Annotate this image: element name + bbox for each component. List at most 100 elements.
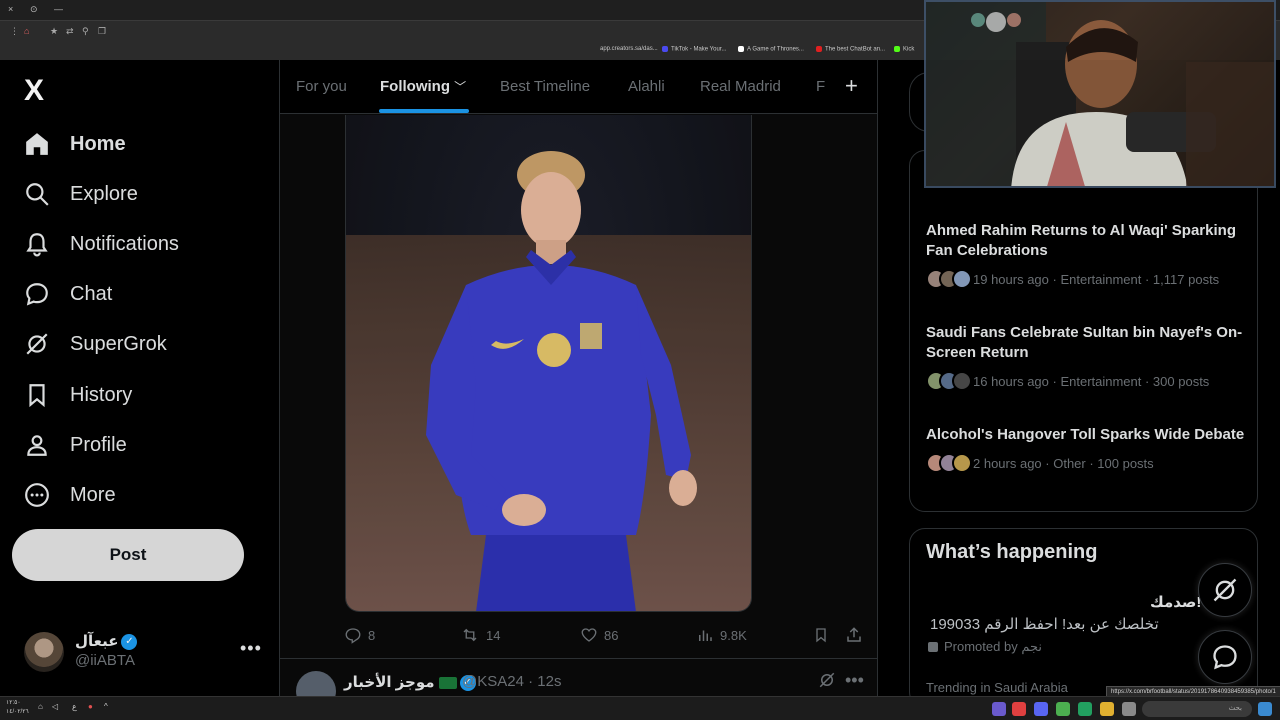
search-icon xyxy=(26,183,49,206)
language-indicator[interactable]: ع xyxy=(72,702,77,711)
chrome-icon[interactable] xyxy=(1056,702,1070,716)
more-dots-icon[interactable]: ••• xyxy=(240,638,262,659)
sidebar-item-chat[interactable]: Chat xyxy=(24,276,112,312)
bookmark-item[interactable]: A Game of Thrones... xyxy=(738,46,804,53)
promo-headline[interactable]: صدمك! xyxy=(1150,593,1201,611)
sidebar-item-label: Chat xyxy=(70,282,113,305)
view-count: 9.8K xyxy=(720,627,747,643)
sidebar-item-label: More xyxy=(70,483,116,506)
key-icon[interactable]: ⚲ xyxy=(82,26,89,37)
trend-meta: 16 hours ago · Entertainment · 300 posts xyxy=(973,373,1210,389)
share-icon[interactable]: ⇄ xyxy=(66,26,74,37)
clock-time: ١٢:٥٠ xyxy=(6,700,21,706)
views-button[interactable]: 9.8K xyxy=(696,626,747,644)
trend-meta-row: 16 hours ago · Entertainment · 300 posts xyxy=(926,371,1246,391)
tab-truncated[interactable]: F xyxy=(816,78,825,95)
app-icon[interactable] xyxy=(1122,702,1136,716)
sidebar-item-supergrok[interactable]: SuperGrok xyxy=(24,326,167,362)
saudi-flag-icon xyxy=(438,677,457,690)
bookmark-item[interactable]: The best ChatBot an... xyxy=(816,46,885,53)
taskbar-search-input[interactable]: بحث xyxy=(1142,701,1252,717)
tweet-actions: 8 14 86 9.8K xyxy=(280,620,877,650)
chevron-up-icon[interactable]: ^ xyxy=(104,702,108,711)
bookmark-icon xyxy=(29,384,45,408)
tweet-photo[interactable] xyxy=(345,115,752,612)
sidebar-item-label: Profile xyxy=(70,433,127,456)
volume-icon[interactable]: ◁ xyxy=(52,702,58,711)
menu-dots-icon[interactable]: ⋮ xyxy=(10,26,19,37)
trend-item[interactable]: Alcohol's Hangover Toll Sparks Wide Deba… xyxy=(926,425,1246,473)
start-icon[interactable] xyxy=(1258,702,1272,716)
app-icon[interactable] xyxy=(1078,702,1092,716)
discord-icon[interactable] xyxy=(1034,702,1048,716)
repost-icon xyxy=(463,628,477,642)
chat-bubble-icon xyxy=(1213,645,1237,670)
timeline: For you Following ﹀ Best Timeline Alahli… xyxy=(279,60,878,696)
trend-item[interactable]: Ahmed Rahim Returns to Al Waqi' Sparking… xyxy=(926,221,1246,289)
tab-for-you[interactable]: For you xyxy=(296,78,347,95)
app-icon[interactable] xyxy=(992,702,1006,716)
bookmark-icon xyxy=(816,628,826,643)
sidebar-item-notifications[interactable]: Notifications xyxy=(24,226,179,262)
bookmark-item[interactable]: Kick xyxy=(894,46,914,53)
add-tab-button[interactable]: + xyxy=(845,73,858,99)
heart-icon xyxy=(581,628,597,642)
sidebar-item-label: Explore xyxy=(70,182,138,205)
tab-real-madrid[interactable]: Real Madrid xyxy=(700,78,781,95)
sidebar-item-more[interactable]: More xyxy=(24,477,116,513)
post-button[interactable]: Post xyxy=(12,529,244,581)
trend-title: Saudi Fans Celebrate Sultan bin Nayef's … xyxy=(926,324,1243,361)
tab-following[interactable]: Following ﹀ xyxy=(380,78,466,95)
trend-title: Ahmed Rahim Returns to Al Waqi' Sparking… xyxy=(926,222,1236,259)
bookmark-item[interactable]: TikTok - Make Your... xyxy=(662,46,726,53)
trending-region: Trending in Saudi Arabia xyxy=(926,680,1068,695)
grok-icon[interactable] xyxy=(818,671,836,689)
active-tab-indicator xyxy=(379,109,469,113)
grok-floating-button[interactable] xyxy=(1198,563,1252,617)
more-dots-icon[interactable]: ••• xyxy=(845,670,864,691)
account-switcher[interactable]: عبعآل ✓ @iiABTA ••• xyxy=(24,630,264,674)
sidebar-item-explore[interactable]: Explore xyxy=(24,176,138,212)
chat-floating-button[interactable] xyxy=(1198,630,1252,684)
minimize-window-button[interactable]: — xyxy=(54,4,63,14)
clock-date: ١٤/٠٢/٢٦ xyxy=(6,709,29,715)
home-icon xyxy=(26,133,48,155)
restore-window-button[interactable]: ⊙ xyxy=(30,4,38,15)
taskbar: ١٢:٥٠ ١٤/٠٢/٢٦ ⌂ ◁ ع ● ^ بحث xyxy=(0,696,1280,720)
webcam-feed xyxy=(926,2,1274,186)
promo-text[interactable]: تخلصك عن بعد! احفظ الرقم 199033 xyxy=(930,615,1159,633)
star-icon[interactable]: ★ xyxy=(50,26,58,37)
chevron-down-icon: ﹀ xyxy=(454,80,467,94)
like-button[interactable]: 86 xyxy=(580,626,618,644)
x-logo-icon[interactable]: X xyxy=(24,74,44,108)
bookmark-item[interactable]: app.creators.sa/das... xyxy=(600,46,658,52)
tab-alahli[interactable]: Alahli xyxy=(628,78,665,95)
trend-item[interactable]: Saudi Fans Celebrate Sultan bin Nayef's … xyxy=(926,323,1246,391)
bookmark-tweet-button[interactable] xyxy=(813,626,835,644)
tabs-icon[interactable]: ❐ xyxy=(98,26,106,37)
sidebar-item-label: SuperGrok xyxy=(70,332,167,355)
extension-icon[interactable]: ⌂ xyxy=(24,26,29,36)
promoted-by: Promoted by نجم xyxy=(944,639,1042,654)
microphone-icon[interactable]: ● xyxy=(88,702,93,711)
reply-button[interactable]: 8 xyxy=(344,626,375,644)
avatar-stack xyxy=(926,371,972,391)
avatar xyxy=(24,632,64,672)
close-window-button[interactable]: × xyxy=(8,4,13,14)
next-tweet-header[interactable]: موجز الأخبار ✓ @KSA24 · 12s ••• xyxy=(280,658,877,696)
account-name-row: عبعآل ✓ xyxy=(75,632,138,651)
sidebar-item-history[interactable]: History xyxy=(24,377,132,413)
app-icon[interactable] xyxy=(1012,702,1026,716)
bell-icon xyxy=(26,233,48,257)
tab-best-timeline[interactable]: Best Timeline xyxy=(500,78,590,95)
repost-button[interactable]: 14 xyxy=(460,626,500,644)
analytics-icon xyxy=(699,630,712,641)
folder-icon[interactable] xyxy=(1100,702,1114,716)
avatar[interactable] xyxy=(296,671,336,696)
verified-badge-icon: ✓ xyxy=(121,634,138,651)
network-icon[interactable]: ⌂ xyxy=(38,702,43,711)
sidebar-item-home[interactable]: Home xyxy=(24,126,126,162)
sidebar-item-profile[interactable]: Profile xyxy=(24,427,127,463)
tab-following-label: Following xyxy=(380,78,450,95)
share-button[interactable] xyxy=(845,626,869,644)
